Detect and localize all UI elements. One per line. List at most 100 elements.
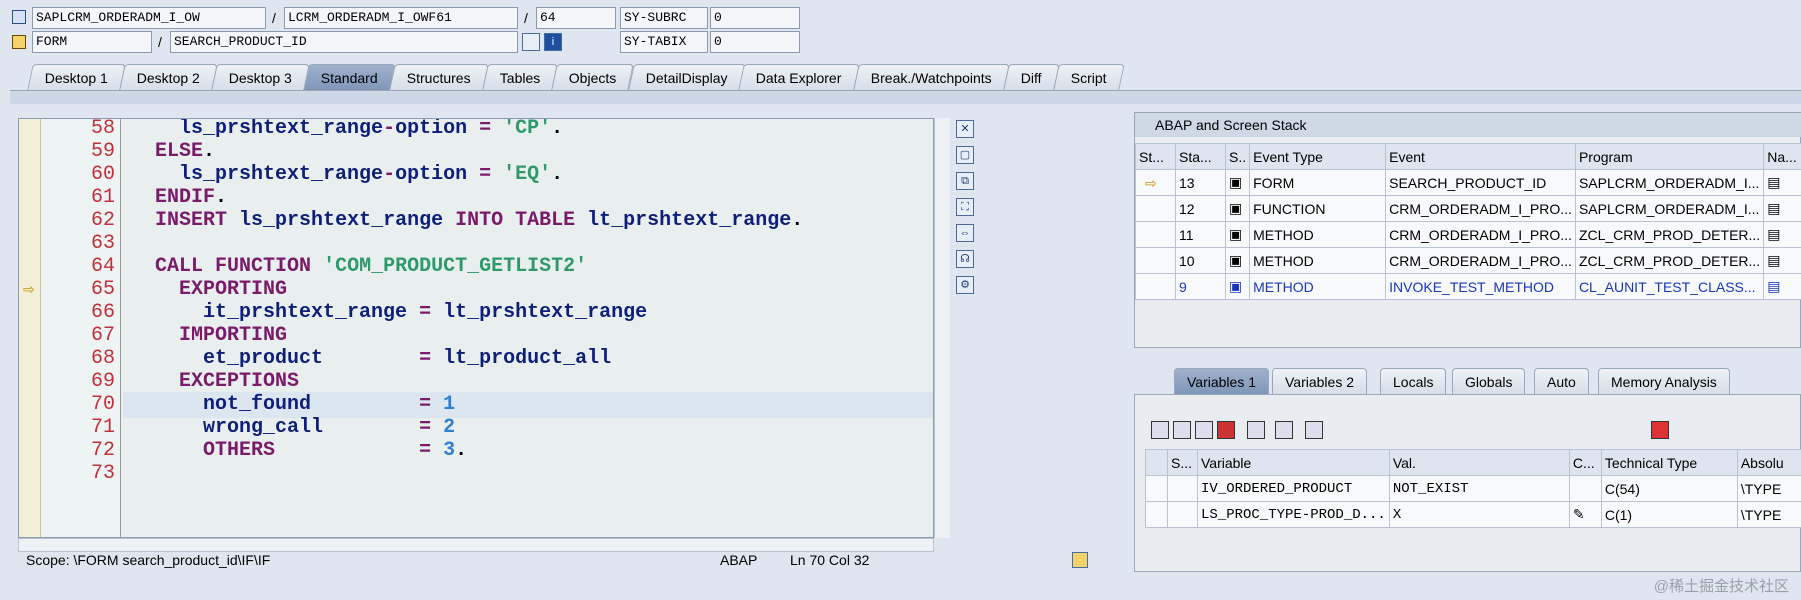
- stack-row[interactable]: 11 ▣ METHOD CRM_ORDERADM_I_PRO... ZCL_CRM_PR…: [1135, 221, 1801, 248]
- col-s[interactable]: S...: [1167, 449, 1198, 476]
- resize-icon[interactable]: ⇔: [956, 224, 974, 242]
- table-icon[interactable]: [1305, 421, 1323, 439]
- tools-icon[interactable]: ⚙: [956, 276, 974, 294]
- code-editor[interactable]: 58 ls_prshtext_range-option = 'CP'. 59 EL…: [18, 118, 934, 538]
- tab-globals[interactable]: Globals: [1452, 368, 1526, 394]
- stack-event-type: METHOD: [1249, 221, 1387, 248]
- delete-icon[interactable]: [1151, 421, 1169, 439]
- col-absolute[interactable]: Absolu: [1736, 449, 1801, 476]
- stack-row[interactable]: 12 ▣ FUNCTION CRM_ORDERADM_I_PRO... SAPLCRM_…: [1135, 195, 1801, 222]
- sy-subrc-value[interactable]: 0: [710, 7, 800, 29]
- tab-variables-1[interactable]: Variables 1: [1174, 368, 1270, 394]
- var-value[interactable]: NOT_EXIST: [1388, 475, 1570, 502]
- edit-icon[interactable]: [1568, 475, 1602, 502]
- line-field[interactable]: 64: [536, 7, 616, 29]
- navigate-icon[interactable]: [522, 33, 540, 51]
- stack-program: SAPLCRM_ORDERADM_I...: [1574, 195, 1765, 222]
- var-name: LS_PROC_TYPE-PROD_D...: [1197, 501, 1390, 528]
- stack-title: ABAP and Screen Stack: [1135, 113, 1801, 137]
- col-program[interactable]: Program: [1574, 143, 1765, 170]
- tab-objects[interactable]: Objects: [551, 64, 635, 90]
- program-icon: [12, 10, 26, 24]
- col-technical-type[interactable]: Technical Type: [1600, 449, 1738, 476]
- tab-memory-analysis[interactable]: Memory Analysis: [1598, 368, 1730, 394]
- tab-breakpoints[interactable]: Break./Watchpoints: [853, 64, 1010, 90]
- tab-variables-2[interactable]: Variables 2: [1272, 368, 1368, 394]
- tab-tables[interactable]: Tables: [482, 64, 559, 90]
- tab-detaildisplay[interactable]: DetailDisplay: [627, 64, 746, 90]
- watermark: @稀土掘金技术社区: [1653, 578, 1789, 595]
- variables-table: S... Variable Val. C... Technical Type A…: [1145, 449, 1801, 528]
- tab-script[interactable]: Script: [1052, 64, 1125, 90]
- stack-level: 13: [1175, 169, 1226, 196]
- edit-icon[interactable]: ✎: [1568, 501, 1602, 528]
- stack-nav-icon: ▤: [1763, 221, 1801, 248]
- stack-level: 12: [1175, 195, 1226, 222]
- info-icon[interactable]: i: [544, 33, 562, 51]
- sy-tabix-value[interactable]: 0: [710, 31, 800, 53]
- new-window-icon[interactable]: ▢: [956, 146, 974, 164]
- stack-type-icon: ▣: [1224, 273, 1251, 300]
- maximize-icon[interactable]: ⛶: [956, 198, 974, 216]
- type-field[interactable]: FORM: [32, 31, 152, 53]
- var-type: C(1): [1600, 501, 1738, 528]
- variable-row[interactable]: IV_ORDERED_PRODUCT NOT_EXIST C(54) \TYPE: [1145, 475, 1801, 502]
- name-field[interactable]: SEARCH_PRODUCT_ID: [170, 31, 518, 53]
- separator: /: [158, 34, 162, 50]
- stack-status: [1135, 247, 1176, 274]
- layout-icon[interactable]: ⧉: [956, 172, 974, 190]
- code-line[interactable]: 73: [19, 461, 933, 487]
- row-select: [1145, 475, 1168, 502]
- variable-row[interactable]: LS_PROC_TYPE-PROD_D... X ✎ C(1) \TYPE: [1145, 501, 1801, 528]
- col-event-type[interactable]: Event Type: [1249, 143, 1387, 170]
- headset-icon[interactable]: ☊: [956, 250, 974, 268]
- col-variable[interactable]: Variable: [1197, 449, 1390, 476]
- var-value[interactable]: X: [1388, 501, 1570, 528]
- col-select[interactable]: [1145, 449, 1168, 476]
- current-line-arrow-icon: ⇨: [23, 281, 35, 297]
- stack-row[interactable]: 9 ▣ METHOD INVOKE_TEST_METHOD CL_AUNIT_TEST_…: [1135, 273, 1801, 300]
- tab-desktop-3[interactable]: Desktop 3: [211, 64, 310, 90]
- var-absolute: \TYPE: [1736, 475, 1801, 502]
- notes-icon[interactable]: [1072, 552, 1088, 568]
- tab-data-explorer[interactable]: Data Explorer: [738, 64, 860, 90]
- col-s[interactable]: S..: [1224, 143, 1251, 170]
- stack-type-icon: ▣: [1224, 169, 1251, 196]
- var-status: [1167, 475, 1198, 502]
- col-event[interactable]: Event: [1385, 143, 1576, 170]
- tab-locals[interactable]: Locals: [1380, 368, 1447, 394]
- save-icon[interactable]: [1173, 421, 1191, 439]
- desktop-tabs: Desktop 1 Desktop 2 Desktop 3 Standard S…: [27, 64, 1125, 90]
- hierarchy-icon[interactable]: [1247, 421, 1265, 439]
- export-icon[interactable]: [1195, 421, 1213, 439]
- sy-tabix-label: SY-TABIX: [620, 31, 708, 53]
- stack-row[interactable]: 10 ▣ METHOD CRM_ORDERADM_I_PRO... ZCL_CRM_PR…: [1135, 247, 1801, 274]
- close-icon[interactable]: ✕: [956, 120, 974, 138]
- stack-row[interactable]: 13 ▣ FORM SEARCH_PRODUCT_ID SAPLCRM_ORDERADM…: [1135, 169, 1801, 196]
- tab-standard[interactable]: Standard: [303, 64, 396, 90]
- tab-auto[interactable]: Auto: [1534, 368, 1589, 394]
- col-value[interactable]: Val.: [1388, 449, 1570, 476]
- col-na[interactable]: Na...: [1763, 143, 1801, 170]
- program-field[interactable]: SAPLCRM_ORDERADM_I_OW: [32, 7, 266, 29]
- row-select: [1145, 501, 1168, 528]
- var-type: C(54): [1600, 475, 1738, 502]
- language-status: ABAP: [720, 552, 758, 568]
- stack-nav-icon: ▤: [1763, 247, 1801, 274]
- include-field[interactable]: LCRM_ORDERADM_I_OWF61: [284, 7, 518, 29]
- transfer-icon[interactable]: [1275, 421, 1293, 439]
- download-icon[interactable]: [1217, 421, 1235, 439]
- stack-type-icon: ▣: [1224, 247, 1251, 274]
- stack-nav-icon: ▤: [1763, 169, 1801, 196]
- tab-desktop-2[interactable]: Desktop 2: [119, 64, 218, 90]
- tab-structures[interactable]: Structures: [389, 64, 489, 90]
- save-variables-icon[interactable]: [1651, 421, 1669, 439]
- col-st[interactable]: St...: [1135, 143, 1176, 170]
- editor-vertical-scrollbar[interactable]: [934, 118, 950, 538]
- tab-desktop-1[interactable]: Desktop 1: [27, 64, 126, 90]
- col-sta[interactable]: Sta...: [1175, 143, 1226, 170]
- tab-diff[interactable]: Diff: [1003, 64, 1060, 90]
- stack-table: St... Sta... S.. Event Type Event Progra…: [1135, 143, 1801, 300]
- stack-type-icon: ▣: [1224, 221, 1251, 248]
- col-c[interactable]: C...: [1568, 449, 1602, 476]
